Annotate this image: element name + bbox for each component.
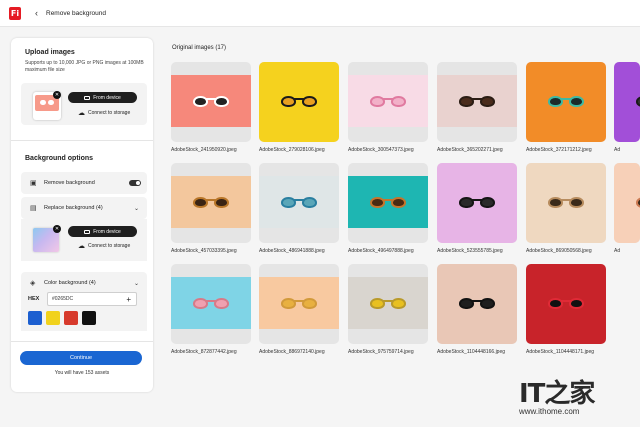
remove-background-row[interactable]: ▣ Remove background xyxy=(21,172,147,194)
image-filename: AdobeStock_1104448166.jpeg xyxy=(437,349,506,355)
upload-title: Upload images xyxy=(25,49,75,56)
add-color-icon[interactable]: + xyxy=(126,295,131,304)
image-filename: AdobeStock_300547373.jpeg xyxy=(348,147,414,153)
replace-from-device-label: From device xyxy=(93,228,121,235)
chevron-down-icon[interactable]: ⌄ xyxy=(134,280,139,287)
replace-connect-storage-label: Connect to storage xyxy=(88,243,131,249)
image-filename: AdobeStock_279028106.jpeg xyxy=(259,147,325,153)
watermark-logo: IT之家 xyxy=(519,379,595,409)
top-bar: Fi ‹ Remove background xyxy=(0,0,640,27)
background-options-title: Background options xyxy=(25,155,94,162)
image-card[interactable] xyxy=(348,163,428,243)
swatch-red[interactable] xyxy=(64,311,78,325)
image-card[interactable] xyxy=(437,163,517,243)
app-logo[interactable]: Fi xyxy=(9,6,21,20)
paint-bucket-icon: ◈ xyxy=(30,280,36,287)
sunglasses-graphic xyxy=(281,96,317,107)
sunglasses-graphic xyxy=(459,197,495,208)
image-card[interactable] xyxy=(259,62,339,142)
image-card[interactable] xyxy=(348,264,428,344)
sunglasses-graphic xyxy=(459,96,495,107)
image-card[interactable] xyxy=(171,264,251,344)
image-card[interactable] xyxy=(526,163,606,243)
sunglasses-graphic xyxy=(370,298,406,309)
assets-count-note: You will have 153 assets xyxy=(54,370,110,376)
image-filename: AdobeStock_372171212.jpeg xyxy=(526,147,592,153)
sunglasses-graphic xyxy=(548,298,584,309)
image-filename: AdobeStock_365202271.jpeg xyxy=(437,147,503,153)
sunglasses-graphic xyxy=(548,96,584,107)
sunglasses-graphic xyxy=(548,197,584,208)
image-card[interactable] xyxy=(437,62,517,142)
replace-background-row[interactable]: ▤ Replace background (4) ⌄ xyxy=(21,197,147,219)
image-filename: Ad xyxy=(614,248,621,254)
breadcrumb-title: Remove background xyxy=(46,9,106,17)
image-filename: AdobeStock_1104448171.jpeg xyxy=(526,349,595,355)
image-card[interactable] xyxy=(614,62,640,142)
watermark-url: www.ithome.com xyxy=(519,407,580,416)
chevron-down-icon[interactable]: ⌄ xyxy=(134,205,139,212)
section-divider xyxy=(11,341,153,342)
image-card[interactable] xyxy=(171,163,251,243)
upload-description: Supports up to 10,000 JPG or PNG images … xyxy=(25,60,144,73)
image-filename: AdobeStock_523555785.jpeg xyxy=(437,248,503,254)
continue-button[interactable]: Continue xyxy=(20,351,142,365)
sunglasses-graphic xyxy=(370,197,406,208)
laptop-icon xyxy=(84,229,91,234)
image-card[interactable] xyxy=(348,62,428,142)
image-filename: AdobeStock_886972140.jpeg xyxy=(259,349,325,355)
image-card[interactable] xyxy=(526,62,606,142)
from-device-label: From device xyxy=(93,94,121,101)
hex-input[interactable]: #0265DC + xyxy=(47,292,137,306)
image-card[interactable] xyxy=(259,163,339,243)
laptop-icon xyxy=(84,95,91,100)
replace-connect-storage-link[interactable]: ☁ Connect to storage xyxy=(78,242,130,250)
sunglasses-graphic xyxy=(193,197,229,208)
remove-replacement-icon[interactable]: ✕ xyxy=(53,225,61,233)
replace-from-device-button[interactable]: From device xyxy=(68,226,137,237)
sunglasses-graphic xyxy=(281,298,317,309)
image-filename: AdobeStock_869050568.jpeg xyxy=(526,248,592,254)
section-divider xyxy=(11,140,153,141)
connect-storage-link[interactable]: ☁ Connect to storage xyxy=(78,109,130,117)
sunglasses-graphic xyxy=(193,298,229,309)
image-card[interactable] xyxy=(437,264,517,344)
remove-upload-icon[interactable]: ✕ xyxy=(53,91,61,99)
color-background-label: Color background (4) xyxy=(44,280,96,286)
image-card[interactable] xyxy=(171,62,251,142)
image-remove-icon: ▣ xyxy=(30,180,37,187)
sunglasses-graphic xyxy=(281,197,317,208)
back-arrow-icon[interactable]: ‹ xyxy=(35,8,38,18)
swatch-blue[interactable] xyxy=(28,311,42,325)
from-device-button[interactable]: From device xyxy=(68,92,137,103)
swatch-black[interactable] xyxy=(82,311,96,325)
image-filename: AdobeStock_457033395.jpeg xyxy=(171,248,237,254)
image-filename: Ad xyxy=(614,147,621,153)
hex-label: HEX xyxy=(28,296,40,302)
remove-background-toggle[interactable] xyxy=(129,180,141,186)
cloud-icon: ☁ xyxy=(78,243,85,250)
sunglasses-graphic xyxy=(370,96,406,107)
image-filename: AdobeStock_975759714.jpeg xyxy=(348,349,414,355)
cloud-icon: ☁ xyxy=(78,110,85,117)
replace-background-label: Replace background (4) xyxy=(44,205,103,211)
image-card[interactable] xyxy=(614,163,640,243)
connect-storage-label: Connect to storage xyxy=(88,110,131,116)
image-filename: AdobeStock_496497888.jpeg xyxy=(348,248,414,254)
swatch-yellow[interactable] xyxy=(46,311,60,325)
image-filename: AdobeStock_241950920.jpeg xyxy=(171,147,237,153)
image-card[interactable] xyxy=(259,264,339,344)
grid-title: Original images (17) xyxy=(172,45,227,51)
remove-background-label: Remove background xyxy=(44,180,95,186)
sunglasses-graphic xyxy=(636,96,640,107)
image-filename: AdobeStock_872877442.jpeg xyxy=(171,349,237,355)
image-card[interactable] xyxy=(526,264,606,344)
sunglasses-graphic xyxy=(193,96,229,107)
sunglasses-graphic xyxy=(459,298,495,309)
image-filename: AdobeStock_486941888.jpeg xyxy=(259,248,325,254)
image-replace-icon: ▤ xyxy=(30,205,37,212)
hex-value: #0265DC xyxy=(52,296,74,302)
sunglasses-graphic xyxy=(636,197,640,208)
